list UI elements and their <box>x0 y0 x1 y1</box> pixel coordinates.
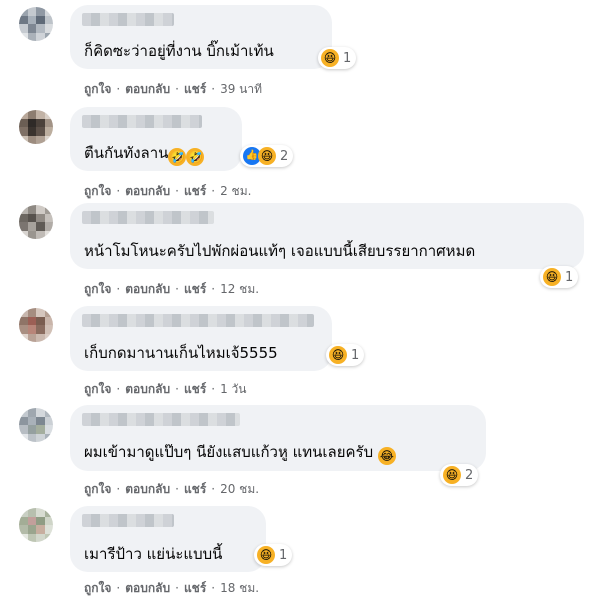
comment-bubble: หน้าโมโหนะครับไปพักผ่อนแท้ๆ เจอแบบนี้เสี… <box>70 203 584 269</box>
share-button[interactable]: แชร์ <box>184 581 206 595</box>
haha-icon: 😆 <box>543 268 561 286</box>
timestamp[interactable]: 1 วัน <box>220 382 246 396</box>
avatar[interactable] <box>19 110 53 144</box>
like-button[interactable]: ถูกใจ <box>84 282 111 296</box>
comment-text: ก็คิดซะว่าอยู่ที่งาน บิ๊กเม้าเท้น <box>84 42 274 60</box>
reply-button[interactable]: ตอบกลับ <box>125 482 170 496</box>
like-button[interactable]: ถูกใจ <box>84 482 111 496</box>
comment-text: หน้าโมโหนะครับไปพักผ่อนแท้ๆ เจอแบบนี้เสี… <box>84 242 476 260</box>
comment-actions: ถูกใจ · ตอบกลับ · แชร์ · 20 ชม. <box>84 482 260 496</box>
laughing-tears-emoji-icon: 😂 <box>377 447 396 465</box>
comment-text: ผมเข้ามาดูแป๊บๆ นียังแสบแก้วหู แทนเลยครั… <box>84 443 396 465</box>
timestamp[interactable]: 18 ชม. <box>220 581 259 595</box>
author-name-redacted[interactable] <box>82 514 174 527</box>
reaction-count: 1 <box>279 547 288 563</box>
comment-bubble: ก็คิดซะว่าอยู่ที่งาน บิ๊กเม้าเท้น <box>70 5 332 69</box>
comment-bubble: เมารีป้าว แย่น่ะแบบนี้ <box>70 506 266 572</box>
reply-button[interactable]: ตอบกลับ <box>125 82 170 96</box>
reply-button[interactable]: ตอบกลับ <box>125 282 170 296</box>
reaction-summary[interactable]: 😆 1 <box>326 344 365 366</box>
avatar[interactable] <box>19 7 53 41</box>
rofl-emoji-icon: 🤣 <box>186 148 205 166</box>
avatar[interactable] <box>19 408 53 442</box>
share-button[interactable]: แชร์ <box>184 82 206 96</box>
like-button[interactable]: ถูกใจ <box>84 382 111 396</box>
timestamp[interactable]: 39 นาที <box>220 82 262 96</box>
share-button[interactable]: แชร์ <box>184 482 206 496</box>
reaction-count: 1 <box>351 347 360 363</box>
avatar[interactable] <box>19 308 53 342</box>
haha-icon: 😆 <box>258 147 276 165</box>
comment-bubble: เก็บกดมานานเก็นไหมเจ้5555 <box>70 306 332 371</box>
reaction-summary[interactable]: 😆 1 <box>540 266 579 288</box>
haha-icon: 😆 <box>321 49 339 67</box>
reaction-count: 2 <box>280 148 289 164</box>
reply-button[interactable]: ตอบกลับ <box>125 184 170 198</box>
timestamp[interactable]: 20 ชม. <box>220 482 259 496</box>
share-button[interactable]: แชร์ <box>184 184 206 198</box>
comment-text: เก็บกดมานานเก็นไหมเจ้5555 <box>84 344 278 362</box>
like-button[interactable]: ถูกใจ <box>84 184 111 198</box>
share-button[interactable]: แชร์ <box>184 382 206 396</box>
share-button[interactable]: แชร์ <box>184 282 206 296</box>
comment-text: เมารีป้าว แย่น่ะแบบนี้ <box>84 545 223 563</box>
author-name-redacted[interactable] <box>82 13 174 26</box>
reaction-count: 2 <box>465 467 474 483</box>
rofl-emoji-icon: 🤣 <box>168 148 187 166</box>
timestamp[interactable]: 12 ชม. <box>220 282 259 296</box>
reply-button[interactable]: ตอบกลับ <box>125 382 170 396</box>
avatar[interactable] <box>19 205 53 239</box>
avatar[interactable] <box>19 508 53 542</box>
comment-actions: ถูกใจ · ตอบกลับ · แชร์ · 1 วัน <box>84 382 247 396</box>
comment-bubble: ผมเข้ามาดูแป๊บๆ นียังแสบแก้วหู แทนเลยครั… <box>70 405 486 471</box>
timestamp[interactable]: 2 ชม. <box>220 184 251 198</box>
haha-icon: 😆 <box>443 466 461 484</box>
comment-actions: ถูกใจ · ตอบกลับ · แชร์ · 12 ชม. <box>84 282 260 296</box>
author-name-redacted[interactable] <box>82 413 240 426</box>
like-button[interactable]: ถูกใจ <box>84 581 111 595</box>
haha-icon: 😆 <box>257 546 275 564</box>
reaction-summary[interactable]: 😆 2 <box>440 464 479 486</box>
author-name-redacted[interactable] <box>82 314 314 327</box>
comment-actions: ถูกใจ · ตอบกลับ · แชร์ · 2 ชม. <box>84 184 252 198</box>
comment-bubble: ตืนกันทังลาน 🤣 🤣 <box>70 107 242 171</box>
like-button[interactable]: ถูกใจ <box>84 82 111 96</box>
reaction-summary[interactable]: 👍 😆 2 <box>240 145 294 167</box>
reaction-count: 1 <box>343 50 352 66</box>
comment-actions: ถูกใจ · ตอบกลับ · แชร์ · 18 ชม. <box>84 581 260 595</box>
author-name-redacted[interactable] <box>82 115 202 128</box>
reaction-summary[interactable]: 😆 1 <box>254 544 293 566</box>
reaction-count: 1 <box>565 269 574 285</box>
author-name-redacted[interactable] <box>82 211 214 224</box>
comment-actions: ถูกใจ · ตอบกลับ · แชร์ · 39 นาที <box>84 82 263 96</box>
haha-icon: 😆 <box>329 346 347 364</box>
reaction-summary[interactable]: 😆 1 <box>318 47 357 69</box>
reply-button[interactable]: ตอบกลับ <box>125 581 170 595</box>
comment-text: ตืนกันทังลาน 🤣 🤣 <box>84 144 205 166</box>
